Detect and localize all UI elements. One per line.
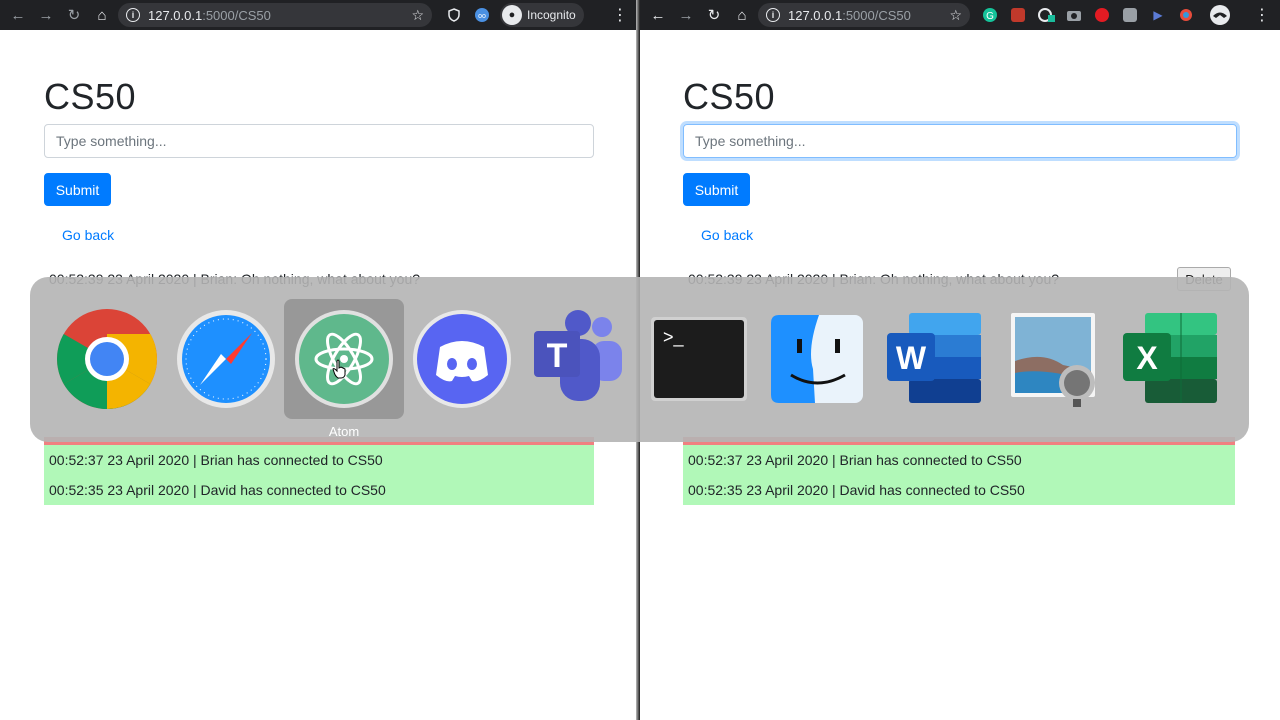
- page-title: CS50: [683, 76, 776, 117]
- info-icon[interactable]: i: [766, 8, 780, 22]
- selected-app-label: Atom: [328, 424, 360, 439]
- blue-extension-icon[interactable]: oo: [470, 3, 494, 27]
- profile-avatar-icon[interactable]: [1208, 3, 1232, 27]
- app-excel[interactable]: X: [1111, 299, 1231, 419]
- finder-icon: [771, 315, 863, 403]
- forward-icon[interactable]: →: [32, 1, 60, 29]
- menu-kebab-icon[interactable]: ⋮: [612, 5, 638, 25]
- word-icon: W: [887, 313, 981, 403]
- back-icon[interactable]: ←: [644, 1, 672, 29]
- app-word[interactable]: W: [875, 299, 995, 419]
- app-terminal[interactable]: >_: [639, 299, 759, 419]
- url-path: :5000/CS50: [202, 7, 271, 23]
- svg-text:G: G: [986, 11, 994, 22]
- bookmark-star-icon[interactable]: ☆: [411, 7, 424, 24]
- left-toolbar: ← → ↻ ⌂ i 127.0.0.1:5000/CS50 ☆ oo ● Inc…: [0, 0, 638, 30]
- svg-text:W: W: [896, 340, 927, 376]
- colorful-extension-icon[interactable]: [1174, 3, 1198, 27]
- grammarly-icon[interactable]: G: [978, 3, 1002, 27]
- page-title: CS50: [44, 76, 137, 117]
- terminal-icon: >_: [651, 317, 747, 401]
- message-input[interactable]: Type something...: [683, 124, 1237, 158]
- svg-text:oo: oo: [478, 13, 486, 20]
- svg-text:X: X: [1136, 340, 1158, 376]
- shield-extension-icon[interactable]: [442, 3, 466, 27]
- address-bar[interactable]: i 127.0.0.1:5000/CS50 ☆: [118, 3, 432, 27]
- menu-kebab-icon[interactable]: ⋮: [1254, 5, 1280, 25]
- info-icon[interactable]: i: [126, 8, 140, 22]
- app-discord[interactable]: [402, 299, 522, 419]
- incognito-badge[interactable]: ● Incognito: [500, 3, 584, 27]
- preview-icon: [1011, 313, 1095, 407]
- red-book-icon[interactable]: [1006, 3, 1030, 27]
- incognito-icon: ●: [502, 5, 522, 25]
- incognito-label: Incognito: [527, 8, 576, 22]
- safari-icon: [177, 310, 275, 408]
- app-preview[interactable]: [993, 299, 1113, 419]
- app-finder[interactable]: [757, 299, 877, 419]
- gauge-extension-icon[interactable]: [1034, 3, 1058, 27]
- app-teams[interactable]: T: [520, 299, 640, 419]
- briefcase-icon[interactable]: [1118, 3, 1142, 27]
- url-path: :5000/CS50: [842, 7, 911, 23]
- reload-icon[interactable]: ↻: [700, 1, 728, 29]
- connection-message: 00:52:35 23 April 2020 | David has conne…: [683, 475, 1235, 505]
- forward-icon[interactable]: →: [672, 1, 700, 29]
- connection-message: 00:52:37 23 April 2020 | Brian has conne…: [683, 445, 1235, 475]
- svg-text:T: T: [547, 337, 568, 375]
- submit-button[interactable]: Submit: [683, 173, 750, 206]
- url-host: 127.0.0.1: [788, 7, 843, 23]
- home-icon[interactable]: ⌂: [88, 1, 116, 29]
- chrome-icon: [57, 309, 157, 409]
- bookmark-star-icon[interactable]: ☆: [949, 7, 962, 24]
- app-chrome[interactable]: [47, 299, 167, 419]
- stop-hand-icon[interactable]: [1090, 3, 1114, 27]
- discord-icon: [413, 310, 511, 408]
- svg-text:>_: >_: [663, 327, 685, 348]
- right-toolbar: ← → ↻ ⌂ i 127.0.0.1:5000/CS50 ☆ G ▶ ⋮: [640, 0, 1280, 30]
- app-switcher: Atom T >_ W X: [30, 277, 1249, 442]
- teams-icon: T: [534, 310, 622, 401]
- camera-icon[interactable]: [1062, 3, 1086, 27]
- connection-message: 00:52:37 23 April 2020 | Brian has conne…: [44, 445, 594, 475]
- address-bar[interactable]: i 127.0.0.1:5000/CS50 ☆: [758, 3, 970, 27]
- go-back-link[interactable]: Go back: [62, 227, 114, 243]
- app-safari[interactable]: [166, 299, 286, 419]
- home-icon[interactable]: ⌂: [728, 1, 756, 29]
- submit-button[interactable]: Submit: [44, 173, 111, 206]
- connection-message: 00:52:35 23 April 2020 | David has conne…: [44, 475, 594, 505]
- excel-icon: X: [1123, 313, 1217, 403]
- go-back-link[interactable]: Go back: [701, 227, 753, 243]
- back-icon[interactable]: ←: [4, 1, 32, 29]
- reload-icon[interactable]: ↻: [60, 1, 88, 29]
- message-input[interactable]: Type something...: [44, 124, 594, 158]
- hand-cursor-icon: [332, 359, 346, 379]
- play-arrow-icon[interactable]: ▶: [1146, 3, 1170, 27]
- url-host: 127.0.0.1: [148, 7, 203, 23]
